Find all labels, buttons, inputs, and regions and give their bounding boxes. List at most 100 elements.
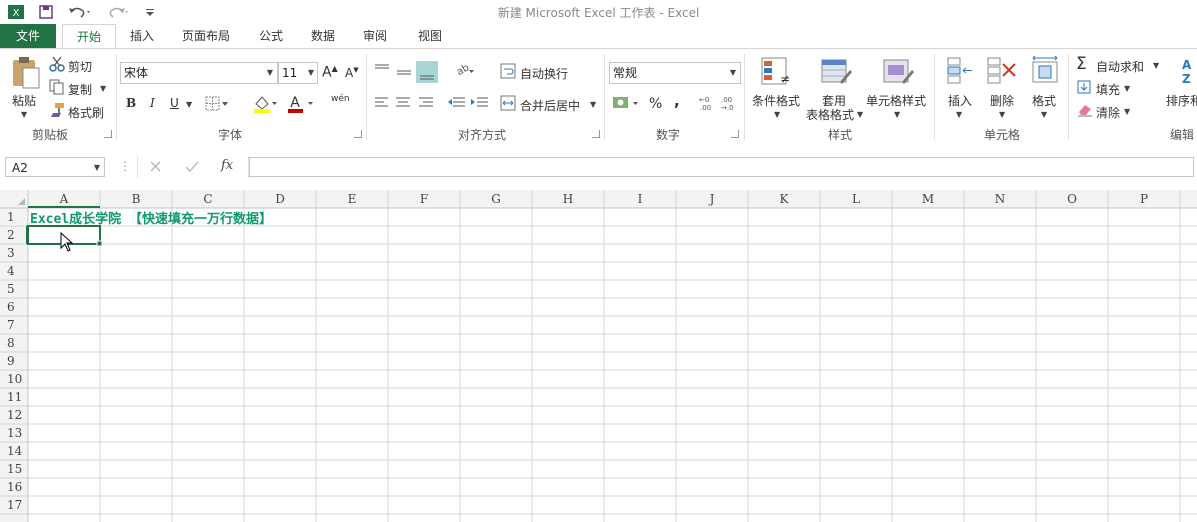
column-header-p[interactable]: P xyxy=(1140,192,1148,206)
delete-cells-button[interactable]: 删除 xyxy=(990,92,1014,109)
column-header-m[interactable]: M xyxy=(922,192,934,206)
row-header-3[interactable]: 3 xyxy=(7,246,15,260)
row-header-4[interactable]: 4 xyxy=(7,264,15,278)
italic-button[interactable]: I xyxy=(150,96,155,110)
tab-formulas[interactable]: 公式 xyxy=(248,24,294,48)
fill-handle[interactable] xyxy=(96,240,103,247)
copy-dropdown-icon[interactable]: ▼ xyxy=(100,84,106,93)
delete-dropdown-icon[interactable]: ▼ xyxy=(999,110,1005,119)
fill-button[interactable]: 填充 xyxy=(1096,81,1120,98)
format-table-button[interactable]: 表格格式 xyxy=(806,106,854,123)
vertical-align-icons[interactable] xyxy=(373,61,439,83)
wrap-text-icon[interactable] xyxy=(500,63,516,79)
clipboard-launcher-icon[interactable] xyxy=(104,130,112,138)
number-launcher-icon[interactable] xyxy=(731,130,739,138)
fill-icon[interactable] xyxy=(1077,80,1091,94)
column-header-f[interactable]: F xyxy=(420,192,428,206)
column-header-k[interactable]: K xyxy=(780,192,790,206)
percent-button[interactable]: % xyxy=(649,96,662,112)
row-header-1[interactable]: 1 xyxy=(7,210,15,224)
format-cells-icon[interactable] xyxy=(1030,55,1060,86)
sort-filter-icon[interactable]: AZ xyxy=(1176,56,1197,88)
decrease-font-icon[interactable]: A▼ xyxy=(345,66,359,80)
phonetic-button[interactable]: wén xyxy=(331,94,350,104)
row-header-10[interactable]: 10 xyxy=(7,372,22,386)
font-color-icon[interactable]: A xyxy=(287,94,317,114)
font-name-select[interactable]: 宋体 ▼ xyxy=(120,62,278,84)
autosum-button[interactable]: 自动求和 xyxy=(1096,58,1144,75)
row-header-12[interactable]: 12 xyxy=(7,408,22,422)
cut-button[interactable]: 剪切 xyxy=(68,58,92,75)
name-box[interactable]: A2 ▼ xyxy=(5,157,105,177)
cancel-icon[interactable] xyxy=(148,159,164,175)
font-launcher-icon[interactable] xyxy=(354,130,362,138)
column-header-i[interactable]: I xyxy=(638,192,643,206)
column-header-l[interactable]: L xyxy=(852,192,860,206)
worksheet-grid[interactable]: A B C D E F G H I J K L M N O P 1 2 3 4 5 6 7 8 9 10 11 12 13 14 15 16 1… xyxy=(0,190,1197,522)
clear-dropdown-icon[interactable]: ▼ xyxy=(1124,107,1130,116)
column-header-b[interactable]: B xyxy=(132,192,141,206)
delete-cells-icon[interactable] xyxy=(986,56,1018,86)
column-header-e[interactable]: E xyxy=(348,192,357,206)
underline-dropdown-icon[interactable]: ▼ xyxy=(186,100,192,109)
merge-center-button[interactable]: 合并后居中 xyxy=(520,97,580,114)
column-header-a[interactable]: A xyxy=(59,192,69,206)
conditional-format-icon[interactable]: ≠ xyxy=(760,56,792,88)
tab-view[interactable]: 视图 xyxy=(404,24,456,48)
underline-button[interactable]: U xyxy=(170,96,179,110)
row-header-14[interactable]: 14 xyxy=(7,444,23,458)
border-icon[interactable] xyxy=(205,96,229,112)
cell-styles-button[interactable]: 单元格样式 xyxy=(866,92,926,109)
indent-icons[interactable] xyxy=(447,95,489,111)
fill-dropdown-icon[interactable]: ▼ xyxy=(1124,84,1130,93)
row-header-16[interactable]: 16 xyxy=(7,480,22,494)
currency-icon[interactable] xyxy=(612,94,640,112)
merge-dropdown-icon[interactable]: ▼ xyxy=(590,100,596,109)
conditional-dropdown-icon[interactable]: ▼ xyxy=(774,110,780,119)
bold-button[interactable]: B xyxy=(126,96,136,110)
horizontal-align-icons[interactable] xyxy=(374,96,436,110)
column-header-h[interactable]: H xyxy=(563,192,573,206)
autosum-dropdown-icon[interactable]: ▼ xyxy=(1153,61,1159,70)
enter-icon[interactable] xyxy=(184,159,200,175)
format-table-dropdown-icon[interactable]: ▼ xyxy=(857,110,863,119)
decimal-icons[interactable]: ←0.00.00 →.0 xyxy=(697,94,743,112)
format-painter-button[interactable]: 格式刷 xyxy=(68,104,104,121)
alignment-launcher-icon[interactable] xyxy=(592,130,600,138)
column-header-n[interactable]: N xyxy=(995,192,1006,206)
clear-button[interactable]: 清除 xyxy=(1096,104,1120,121)
fill-color-icon[interactable] xyxy=(252,94,278,114)
tab-page-layout[interactable]: 页面布局 xyxy=(170,24,242,48)
wrap-text-button[interactable]: 自动换行 xyxy=(520,65,568,82)
row-header-17[interactable]: 17 xyxy=(7,498,22,512)
insert-function-button[interactable]: fx xyxy=(221,158,233,173)
chevron-down-icon[interactable]: ▼ xyxy=(94,158,100,178)
formula-input[interactable] xyxy=(249,157,1194,177)
number-format-select[interactable]: 常规 ▼ xyxy=(609,62,741,84)
copy-button[interactable]: 复制 xyxy=(68,81,92,98)
copy-icon[interactable] xyxy=(49,79,65,95)
column-header-c[interactable]: C xyxy=(203,192,212,206)
column-header-j[interactable]: J xyxy=(708,192,715,206)
merge-center-icon[interactable] xyxy=(500,95,516,111)
row-header-6[interactable]: 6 xyxy=(7,300,15,314)
column-header-d[interactable]: D xyxy=(275,192,285,206)
row-header-11[interactable]: 11 xyxy=(7,390,22,404)
paste-button[interactable]: 粘贴 xyxy=(12,92,36,109)
row-header-5[interactable]: 5 xyxy=(7,282,15,296)
row-header-7[interactable]: 7 xyxy=(7,318,15,332)
cell-styles-icon[interactable] xyxy=(882,56,914,88)
cut-icon[interactable] xyxy=(49,56,65,72)
comma-button[interactable]: , xyxy=(674,92,680,110)
column-header-g[interactable]: G xyxy=(491,192,501,206)
increase-font-icon[interactable]: A▲ xyxy=(322,64,338,81)
row-header-9[interactable]: 9 xyxy=(7,354,15,368)
tab-review[interactable]: 审阅 xyxy=(352,24,398,48)
insert-dropdown-icon[interactable]: ▼ xyxy=(956,110,962,119)
tab-file[interactable]: 文件 xyxy=(0,24,56,48)
column-header-o[interactable]: O xyxy=(1067,192,1077,206)
tab-data[interactable]: 数据 xyxy=(300,24,346,48)
tab-insert[interactable]: 插入 xyxy=(120,24,164,48)
orientation-icon[interactable]: ab xyxy=(448,62,476,80)
format-painter-icon[interactable] xyxy=(49,102,65,118)
